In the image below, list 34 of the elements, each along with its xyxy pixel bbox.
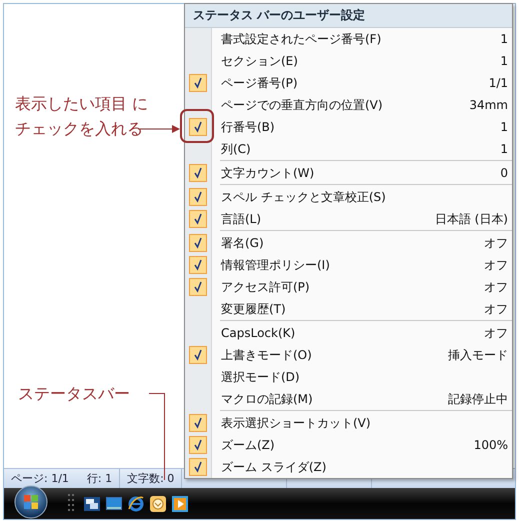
status-item[interactable]: 文字数: 0 <box>127 471 174 486</box>
mail-icon[interactable] <box>150 496 166 512</box>
menu-item[interactable]: スペル チェックと文章校正(S) <box>185 186 512 208</box>
menu-item[interactable]: 上書きモード(O) 挿入モード <box>185 344 512 366</box>
menu-item[interactable]: ページ番号(P) 1/1 <box>185 72 512 94</box>
desktop-icon[interactable] <box>106 496 122 512</box>
menu-item[interactable]: 情報管理ポリシー(I) オフ <box>185 254 512 276</box>
menu-item[interactable]: 変更履歴(T) オフ <box>185 298 512 320</box>
menu-item[interactable]: セクション(E) 1 <box>185 50 512 72</box>
menu-item[interactable]: ズーム(Z) 100% <box>185 434 512 456</box>
menu-item[interactable]: 署名(G) オフ <box>185 232 512 254</box>
status-item[interactable]: ページ: 1/1 <box>11 471 69 486</box>
menu-title: ステータス バーのユーザー設定 <box>185 4 512 28</box>
menu-item[interactable]: 文字カウント(W) 0 <box>185 162 512 184</box>
menu-item[interactable]: 行番号(B) 1 <box>185 116 512 138</box>
highlight-box <box>180 109 214 143</box>
menu-item[interactable]: CapsLock(K) オフ <box>185 322 512 344</box>
menu-item[interactable]: 選択モード(D) <box>185 366 512 388</box>
menu-item[interactable]: ページでの垂直方向の位置(V) 34mm <box>185 94 512 116</box>
menu-item[interactable]: 書式設定されたページ番号(F) 1 <box>185 28 512 50</box>
menu-item[interactable]: マクロの記録(M) 記録停止中 <box>185 388 512 410</box>
media-player-icon[interactable] <box>172 496 188 512</box>
browser-icon[interactable] <box>128 496 144 512</box>
menu-item[interactable]: ズーム スライダ(Z) <box>185 456 512 478</box>
windows-icon[interactable] <box>84 496 100 512</box>
menu-item[interactable]: アクセス許可(P) オフ <box>185 276 512 298</box>
menu-item[interactable]: 言語(L) 日本語 (日本) <box>185 208 512 230</box>
menu-item[interactable]: 表示選択ショートカット(V) <box>185 412 512 434</box>
annotation-text: 表示したい項目 に <box>15 94 148 115</box>
start-button[interactable] <box>14 484 48 518</box>
annotation-text: チェックを入れる <box>15 119 144 140</box>
annotation-text: ステータスバー <box>18 384 130 405</box>
menu-item[interactable]: 列(C) 1 <box>185 138 512 160</box>
status-item[interactable]: 行: 1 <box>86 471 112 486</box>
